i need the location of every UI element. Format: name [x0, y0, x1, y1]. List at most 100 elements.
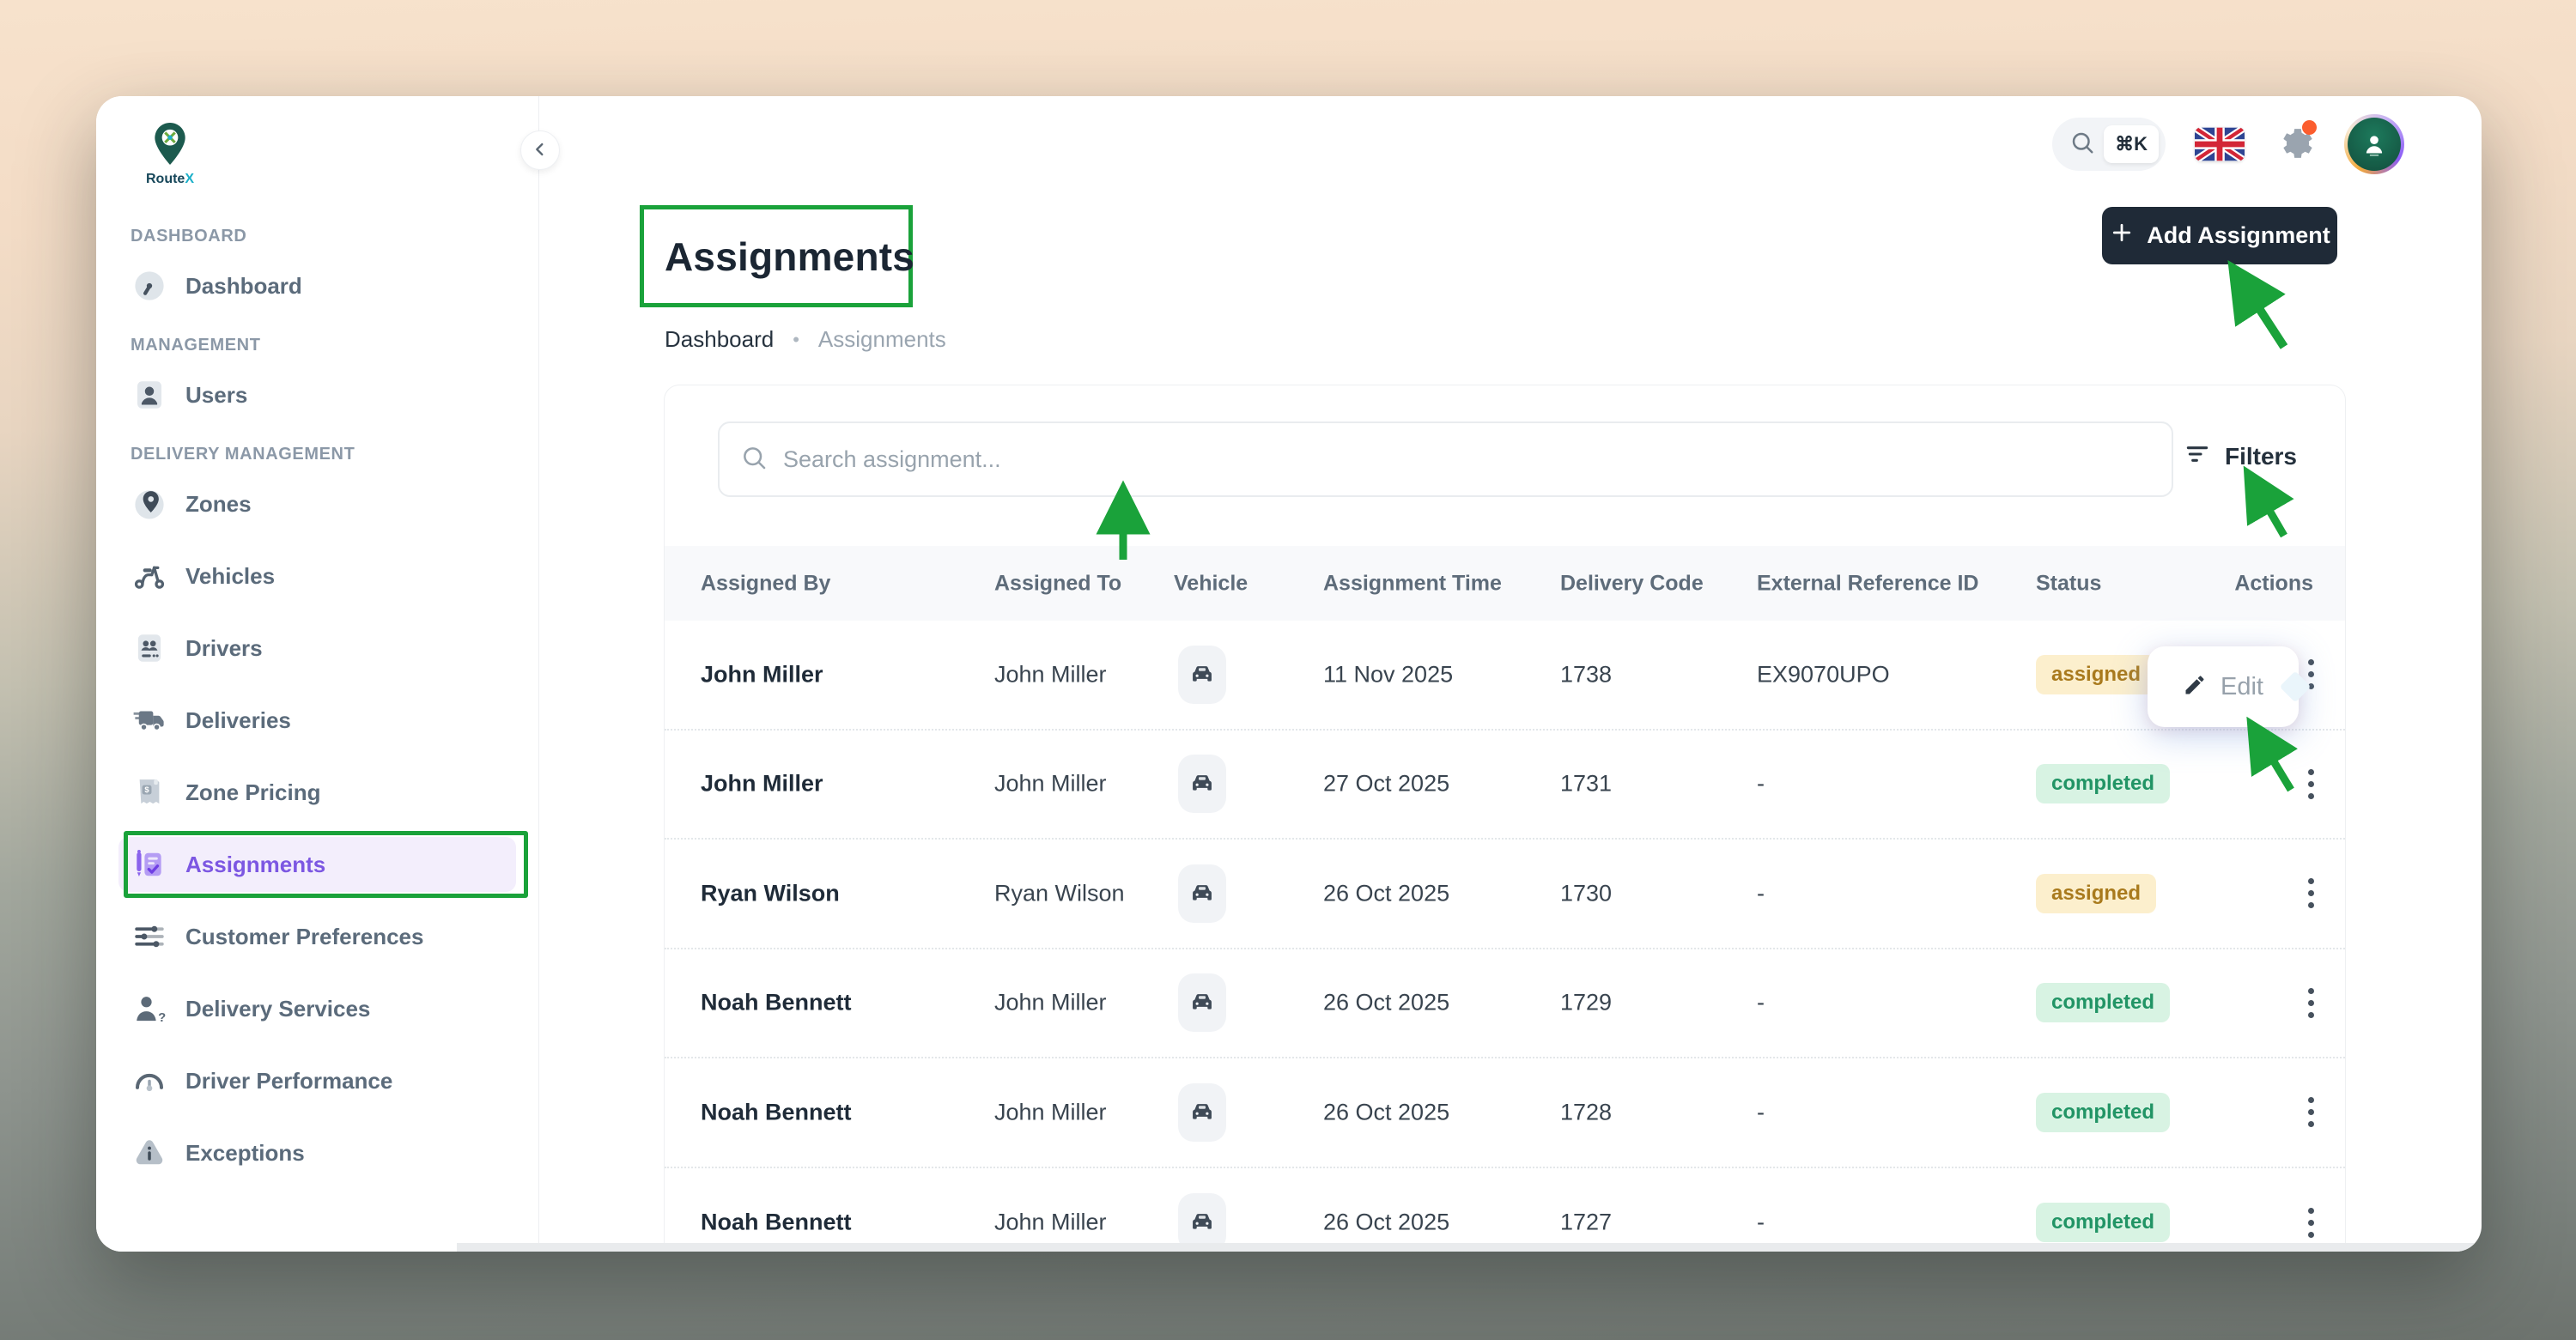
table-row[interactable]: Noah Bennett John Miller 26 Oct 2025 172… [665, 1058, 2345, 1168]
sidebar-item-label: Drivers [185, 634, 263, 661]
user-card-icon [131, 376, 168, 414]
pencil-icon [2183, 673, 2207, 701]
sidebar-item-customer-preferences[interactable]: Customer Preferences [118, 909, 516, 964]
car-icon [1178, 1082, 1226, 1142]
col-external-reference: External Reference ID [1757, 571, 1979, 595]
arrow-to-add-assignment [2227, 260, 2288, 349]
car-icon [1178, 755, 1226, 814]
row-actions-menu-button[interactable] [2294, 759, 2327, 809]
avatar [2348, 118, 2401, 171]
table-header: Assigned By Assigned To Vehicle Assignme… [665, 546, 2345, 621]
gear-icon [2274, 129, 2313, 167]
sidebar-item-driver-performance[interactable]: Driver Performance [118, 1053, 516, 1108]
external-reference: - [1757, 1099, 1765, 1125]
delivery-code: 1729 [1560, 989, 1613, 1016]
sidebar-item-vehicles[interactable]: Vehicles [118, 549, 516, 603]
external-reference: - [1757, 989, 1765, 1016]
search-icon [740, 444, 768, 476]
car-icon [1178, 645, 1226, 704]
sidebar-item-delivery-services[interactable]: ? Delivery Services [118, 981, 516, 1036]
sidebar-item-label: Driver Performance [185, 1067, 393, 1094]
sidebar-item-label: Users [185, 381, 248, 408]
row-actions-menu-button[interactable] [2294, 1088, 2327, 1137]
status-badge: completed [2036, 1203, 2171, 1243]
filters-button[interactable]: Filters [2184, 440, 2297, 472]
language-flag-uk[interactable] [2195, 127, 2245, 161]
assignments-table-card: Filters Assigned By Assigned To Vehicle … [664, 385, 2346, 1252]
sidebar-item-dashboard[interactable]: Dashboard [118, 258, 516, 313]
assigned-by: John Miller [701, 661, 823, 688]
receipt-dollar-icon: $ [131, 773, 168, 811]
sidebar-item-deliveries[interactable]: Deliveries [118, 693, 516, 748]
assigned-to: Ryan Wilson [994, 880, 1125, 906]
table-body: John Miller John Miller 11 Nov 2025 1738… [665, 621, 2345, 1252]
assignment-time: 11 Nov 2025 [1323, 661, 1454, 688]
table-row[interactable]: Noah Bennett John Miller 26 Oct 2025 172… [665, 1168, 2345, 1252]
assignment-time: 26 Oct 2025 [1323, 1099, 1450, 1125]
col-vehicle: Vehicle [1174, 571, 1249, 595]
sidebar-item-zones[interactable]: Zones [118, 476, 516, 531]
sidebar-item-users[interactable]: Users [118, 367, 516, 422]
status-badge: completed [2036, 1092, 2171, 1132]
assigned-by: John Miller [701, 770, 823, 797]
sidebar-item-label: Dashboard [185, 272, 302, 299]
breadcrumb: Dashboard • Assignments [665, 326, 946, 353]
row-actions-menu-button[interactable] [2294, 978, 2327, 1028]
search-assignment-input[interactable] [781, 445, 2151, 474]
plus-icon [2109, 220, 2135, 252]
topbar: ⌘K [2052, 114, 2404, 174]
status-badge: completed [2036, 764, 2171, 804]
sidebar-item-label: Deliveries [185, 706, 291, 733]
horizontal-scrollbar[interactable] [457, 1243, 2482, 1252]
filter-lines-icon [2184, 440, 2211, 472]
map-pin-icon [131, 485, 168, 523]
sidebar-item-zone-pricing[interactable]: $ Zone Pricing [118, 765, 516, 820]
col-assigned-to: Assigned To [994, 571, 1122, 595]
assigned-by: Noah Bennett [701, 1099, 852, 1125]
shortcut-badge: ⌘K [2104, 125, 2159, 163]
assigned-to: John Miller [994, 989, 1107, 1016]
settings-button[interactable] [2274, 120, 2317, 167]
brand-logo[interactable]: RouteX [118, 122, 222, 196]
sidebar-item-assignments[interactable]: Assignments [118, 831, 528, 898]
table-row[interactable]: John Miller John Miller 11 Nov 2025 1738… [665, 621, 2345, 731]
table-row[interactable]: John Miller John Miller 27 Oct 2025 1731… [665, 731, 2345, 840]
user-menu-button[interactable] [2344, 114, 2404, 174]
chevron-left-icon [531, 140, 550, 161]
table-search [718, 421, 2173, 497]
add-assignment-button[interactable]: Add Assignment [2102, 207, 2337, 264]
assigned-to: John Miller [994, 1099, 1107, 1125]
status-badge: assigned [2036, 873, 2157, 913]
table-row[interactable]: Noah Bennett John Miller 26 Oct 2025 172… [665, 949, 2345, 1058]
app-window: RouteX DASHBOARD Dashboard MANAGEMENT Us… [96, 96, 2482, 1252]
truck-icon [131, 701, 168, 739]
breadcrumb-separator: • [793, 328, 799, 350]
breadcrumb-dashboard-link[interactable]: Dashboard [665, 326, 774, 353]
col-actions: Actions [2234, 571, 2313, 595]
external-reference: EX9070UPO [1757, 661, 1890, 688]
sidebar-section-dashboard: DASHBOARD [131, 227, 247, 246]
global-search-button[interactable]: ⌘K [2052, 118, 2166, 171]
edit-action-popover[interactable]: Edit [2148, 646, 2299, 727]
annotation-box-title: Assignments [640, 205, 915, 307]
assigned-to: John Miller [994, 770, 1107, 797]
delivery-code: 1731 [1560, 770, 1613, 797]
row-actions-menu-button[interactable] [2294, 1198, 2327, 1247]
performance-gauge-icon [131, 1062, 168, 1100]
brand-name: RouteX [146, 172, 194, 186]
sidebar-item-label: Customer Preferences [185, 923, 424, 949]
sidebar-item-exceptions[interactable]: Exceptions [118, 1125, 516, 1180]
assignment-time: 26 Oct 2025 [1323, 880, 1450, 906]
col-delivery-code: Delivery Code [1560, 571, 1704, 595]
collapse-sidebar-button[interactable] [520, 130, 560, 170]
assigned-to: John Miller [994, 1209, 1107, 1235]
external-reference: - [1757, 1209, 1765, 1235]
assigned-to: John Miller [994, 661, 1107, 688]
page-title: Assignments [665, 233, 915, 279]
col-status: Status [2036, 571, 2102, 595]
external-reference: - [1757, 880, 1765, 906]
sidebar-item-drivers[interactable]: Drivers [118, 621, 516, 676]
table-row[interactable]: Ryan Wilson Ryan Wilson 26 Oct 2025 1730… [665, 840, 2345, 949]
delivery-code: 1738 [1560, 661, 1613, 688]
row-actions-menu-button[interactable] [2294, 869, 2327, 919]
